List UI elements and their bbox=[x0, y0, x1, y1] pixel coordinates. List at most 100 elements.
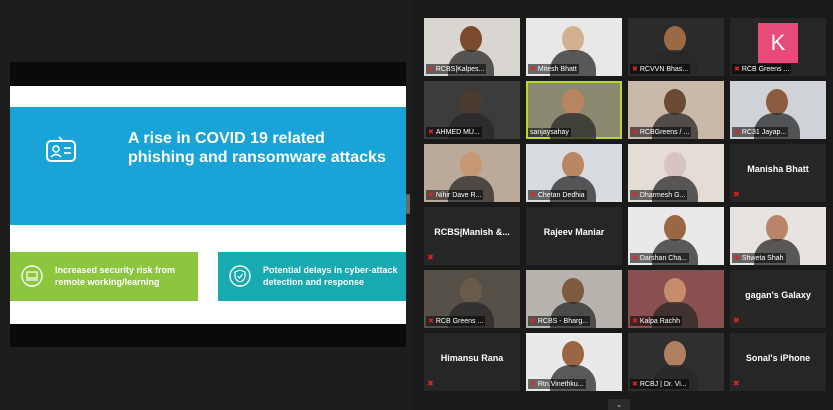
risk-card-left-text: Increased security risk from remote work… bbox=[55, 265, 176, 287]
mic-muted-icon: ✖ bbox=[530, 381, 536, 388]
participant-tile[interactable]: ✖ RCBGreens / ... bbox=[628, 81, 724, 139]
participant-name-label: ✖ Dharmesh G... bbox=[630, 190, 688, 200]
participant-tile[interactable]: Sonal's iPhone ✖ bbox=[730, 333, 826, 391]
mic-muted-icon: ✖ bbox=[734, 66, 740, 73]
participant-name: Dharmesh G... bbox=[639, 191, 686, 199]
participant-name-label: ✖ Mitesh Bhatt bbox=[528, 64, 579, 74]
participant-video bbox=[460, 278, 482, 304]
participant-name: Kalpa Rachh bbox=[639, 317, 680, 325]
mic-muted-icon: ✖ bbox=[530, 66, 536, 73]
participant-name-label: ✖ RCBGreens / ... bbox=[630, 127, 692, 137]
shared-screen: A rise in COVID 19 related phishing and … bbox=[0, 0, 412, 410]
participant-video bbox=[562, 26, 584, 52]
participant-name-label: ✖ RC31 Jayap... bbox=[732, 127, 789, 137]
risk-card-left: Increased security risk from remote work… bbox=[10, 252, 198, 301]
mic-muted-icon: ✖ bbox=[428, 192, 434, 199]
slide-bottom-bar bbox=[10, 324, 406, 347]
participant-video bbox=[562, 278, 584, 304]
chevron-down-icon[interactable]: ⌄ bbox=[608, 399, 630, 410]
participant-name-label: ✖ RCB Greens ... bbox=[426, 316, 486, 326]
participant-tile[interactable]: ✖ AHMED MU... bbox=[424, 81, 520, 139]
participant-video bbox=[664, 26, 686, 52]
risk-card-right-text: Potential delays in cyber-attack detecti… bbox=[263, 265, 398, 287]
participant-video bbox=[562, 341, 584, 367]
participant-tile[interactable]: ✖ Nihir Dave R... bbox=[424, 144, 520, 202]
participant-video bbox=[664, 341, 686, 367]
mic-muted-icon: ✖ bbox=[632, 255, 638, 262]
participant-name: gagan's Galaxy bbox=[745, 290, 811, 300]
participant-tile[interactable]: ✖ Shweta Shah bbox=[730, 207, 826, 265]
participant-tile[interactable]: ✖ RCBJ | Dr. Vi... bbox=[628, 333, 724, 391]
presentation-slide: A rise in COVID 19 related phishing and … bbox=[10, 62, 406, 347]
participant-name: RCBS|Kalpes... bbox=[435, 65, 485, 73]
participant-video bbox=[460, 89, 482, 115]
mic-muted-icon: ✖ bbox=[428, 318, 434, 325]
avatar: K bbox=[758, 23, 798, 63]
participant-name: RCBJ | Dr. Vi... bbox=[639, 380, 687, 388]
participant-name-label: ✖ Rtn.Vinethku... bbox=[528, 379, 586, 389]
participant-name: Shweta Shah bbox=[741, 254, 784, 262]
participant-tile[interactable]: ✖ RCBS|Kalpes... bbox=[424, 18, 520, 76]
participant-tile[interactable]: ✖ Kalpa Rachh bbox=[628, 270, 724, 328]
participant-name-label: ✖ Kalpa Rachh bbox=[630, 316, 682, 326]
slide-banner: A rise in COVID 19 related phishing and … bbox=[10, 107, 406, 225]
participant-name-label: ✖ Chetan Dedhia bbox=[528, 190, 587, 200]
participant-tile[interactable]: ✖ RC31 Jayap... bbox=[730, 81, 826, 139]
participant-name-label: ✖ Darshan Cha... bbox=[630, 253, 689, 263]
participant-name: Sonal's iPhone bbox=[745, 353, 811, 363]
participant-video bbox=[562, 152, 584, 178]
mic-muted-icon: ✖ bbox=[733, 190, 740, 199]
participant-video bbox=[460, 26, 482, 52]
participant-name: RCBS - Bharg... bbox=[537, 317, 589, 325]
mic-muted-icon: ✖ bbox=[428, 129, 434, 136]
mic-muted-icon: ✖ bbox=[734, 255, 740, 262]
participant-name: RC31 Jayap... bbox=[741, 128, 787, 136]
mic-muted-icon: ✖ bbox=[632, 318, 638, 325]
participant-tile[interactable]: Manisha Bhatt ✖ bbox=[730, 144, 826, 202]
participant-name: RCVVN Bhas... bbox=[639, 65, 689, 73]
participant-tile[interactable]: gagan's Galaxy ✖ bbox=[730, 270, 826, 328]
participant-tile[interactable]: Himansu Rana ✖ bbox=[424, 333, 520, 391]
participant-name: RCB Greens ... bbox=[435, 317, 484, 325]
participant-name-label: ✖ Shweta Shah bbox=[732, 253, 786, 263]
participant-tile[interactable]: K ✖ RCB Greens ... bbox=[730, 18, 826, 76]
mic-muted-icon: ✖ bbox=[632, 66, 638, 73]
participant-tile[interactable]: ✖ Darshan Cha... bbox=[628, 207, 724, 265]
id-card-icon bbox=[46, 136, 76, 162]
mic-muted-icon: ✖ bbox=[530, 318, 536, 325]
participant-tile[interactable]: ✖ Mitesh Bhatt bbox=[526, 18, 622, 76]
participant-video bbox=[664, 215, 686, 241]
participant-tile[interactable]: RCBS|Manish &... ✖ bbox=[424, 207, 520, 265]
mic-muted-icon: ✖ bbox=[734, 129, 740, 136]
mic-muted-icon: ✖ bbox=[530, 192, 536, 199]
participant-name: Rtn.Vinethku... bbox=[537, 380, 584, 388]
participant-name: Nihir Dave R... bbox=[435, 191, 482, 199]
mic-muted-icon: ✖ bbox=[428, 66, 434, 73]
participant-name: RCB Greens ... bbox=[741, 65, 790, 73]
participant-name: Mitesh Bhatt bbox=[537, 65, 577, 73]
participant-name-label: ✖ AHMED MU... bbox=[426, 127, 482, 137]
laptop-icon bbox=[21, 265, 43, 287]
slide-title: A rise in COVID 19 related phishing and … bbox=[128, 130, 386, 166]
participant-tile[interactable]: ✖ Dharmesh G... bbox=[628, 144, 724, 202]
participant-tile[interactable]: ✖ RCB Greens ... bbox=[424, 270, 520, 328]
participant-tile[interactable]: ✖ Rtn.Vinethku... bbox=[526, 333, 622, 391]
participant-name: Manisha Bhatt bbox=[747, 164, 809, 174]
participant-tile[interactable]: ✖ Chetan Dedhia bbox=[526, 144, 622, 202]
split-divider-handle[interactable] bbox=[406, 194, 410, 214]
participant-video bbox=[562, 89, 584, 115]
participant-video bbox=[460, 152, 482, 178]
participant-name: RCBGreens / ... bbox=[639, 128, 690, 136]
mic-muted-icon: ✖ bbox=[427, 253, 434, 262]
participant-tile[interactable]: ✖ RCBS - Bharg... bbox=[526, 270, 622, 328]
mic-muted-icon: ✖ bbox=[733, 379, 740, 388]
participant-tile[interactable]: ✖ RCVVN Bhas... bbox=[628, 18, 724, 76]
participant-name-label: ✖ Nihir Dave R... bbox=[426, 190, 484, 200]
participant-tile[interactable]: Rajeev Maniar bbox=[526, 207, 622, 265]
participant-video bbox=[766, 215, 788, 241]
mic-muted-icon: ✖ bbox=[632, 129, 638, 136]
participant-name-label: sanjaysahay bbox=[528, 128, 571, 137]
participant-gallery: ✖ RCBS|Kalpes... ✖ Mitesh Bhatt ✖ RCVVN Bhas.… bbox=[424, 18, 832, 398]
participant-video bbox=[766, 89, 788, 115]
participant-tile[interactable]: sanjaysahay bbox=[526, 81, 622, 139]
